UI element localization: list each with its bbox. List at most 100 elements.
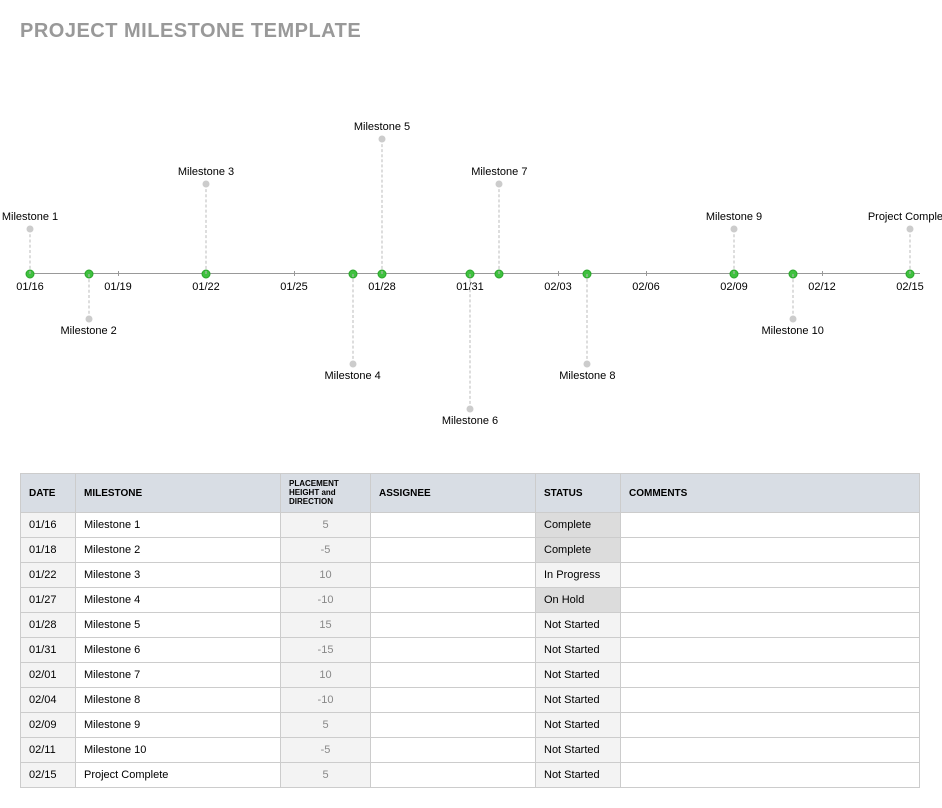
milestone-stem (792, 274, 793, 319)
cell-placement: 5 (281, 763, 371, 788)
cell-placement: 5 (281, 713, 371, 738)
milestone-end-dot (379, 135, 386, 142)
table-header-row: DATE MILESTONE PLACEMENT HEIGHT and DIRE… (21, 474, 920, 513)
milestone-stem (499, 184, 500, 274)
table-row: 02/11Milestone 10-5Not Started (21, 738, 920, 763)
header-status: STATUS (536, 474, 621, 513)
cell-status: Not Started (536, 763, 621, 788)
milestone-end-dot (731, 225, 738, 232)
cell-milestone: Milestone 9 (76, 713, 281, 738)
cell-date: 01/27 (21, 588, 76, 613)
header-placement: PLACEMENT HEIGHT and DIRECTION (281, 474, 371, 513)
cell-comments (621, 738, 920, 763)
cell-milestone: Milestone 10 (76, 738, 281, 763)
cell-comments (621, 663, 920, 688)
cell-comments (621, 638, 920, 663)
cell-date: 01/16 (21, 513, 76, 538)
milestone-stem (587, 274, 588, 364)
cell-milestone: Milestone 6 (76, 638, 281, 663)
axis-tick (558, 271, 559, 276)
header-assignee: ASSIGNEE (371, 474, 536, 513)
milestone-end-dot (789, 315, 796, 322)
milestone-stem (734, 229, 735, 274)
header-comments: COMMENTS (621, 474, 920, 513)
cell-assignee (371, 613, 536, 638)
milestone-label: Milestone 1 (2, 211, 58, 223)
cell-milestone: Milestone 8 (76, 688, 281, 713)
cell-assignee (371, 738, 536, 763)
cell-milestone: Milestone 3 (76, 563, 281, 588)
cell-status: On Hold (536, 588, 621, 613)
timeline-axis (30, 273, 920, 274)
cell-comments (621, 588, 920, 613)
axis-tick (294, 271, 295, 276)
cell-status: Not Started (536, 663, 621, 688)
cell-date: 02/11 (21, 738, 76, 763)
milestone-table: DATE MILESTONE PLACEMENT HEIGHT and DIRE… (20, 473, 920, 788)
cell-placement: 15 (281, 613, 371, 638)
axis-tick-label: 01/25 (280, 281, 308, 293)
axis-tick-label: 01/22 (192, 281, 220, 293)
table-row: 01/16Milestone 15Complete (21, 513, 920, 538)
cell-date: 01/22 (21, 563, 76, 588)
cell-comments (621, 713, 920, 738)
cell-status: In Progress (536, 563, 621, 588)
milestone-label: Milestone 10 (761, 325, 823, 337)
table-row: 01/18Milestone 2-5Complete (21, 538, 920, 563)
cell-status: Not Started (536, 638, 621, 663)
cell-assignee (371, 763, 536, 788)
cell-status: Not Started (536, 713, 621, 738)
cell-placement: -15 (281, 638, 371, 663)
milestone-end-dot (496, 180, 503, 187)
cell-date: 01/31 (21, 638, 76, 663)
table-row: 01/28Milestone 515Not Started (21, 613, 920, 638)
milestone-label: Milestone 3 (178, 166, 234, 178)
axis-tick (822, 271, 823, 276)
cell-assignee (371, 513, 536, 538)
axis-tick-label: 02/09 (720, 281, 748, 293)
milestone-label: Milestone 4 (325, 370, 381, 382)
cell-date: 01/28 (21, 613, 76, 638)
table-row: 01/22Milestone 310 In Progress (21, 563, 920, 588)
cell-status: Not Started (536, 738, 621, 763)
cell-comments (621, 538, 920, 563)
header-date: DATE (21, 474, 76, 513)
cell-placement: 5 (281, 513, 371, 538)
cell-milestone: Milestone 1 (76, 513, 281, 538)
cell-comments (621, 763, 920, 788)
axis-tick-label: 02/03 (544, 281, 572, 293)
cell-placement: -10 (281, 588, 371, 613)
milestone-end-dot (584, 360, 591, 367)
cell-date: 02/04 (21, 688, 76, 713)
cell-placement: 10 (281, 663, 371, 688)
cell-assignee (371, 688, 536, 713)
milestone-label: Milestone 8 (559, 370, 615, 382)
axis-tick-label: 02/06 (632, 281, 660, 293)
header-milestone: MILESTONE (76, 474, 281, 513)
milestone-end-dot (203, 180, 210, 187)
cell-date: 02/15 (21, 763, 76, 788)
cell-milestone: Milestone 2 (76, 538, 281, 563)
milestone-stem (382, 139, 383, 274)
milestone-end-dot (467, 405, 474, 412)
cell-placement: 10 (281, 563, 371, 588)
page-title: PROJECT MILESTONE TEMPLATE (20, 20, 922, 43)
cell-milestone: Milestone 5 (76, 613, 281, 638)
cell-milestone: Project Complete (76, 763, 281, 788)
cell-assignee (371, 538, 536, 563)
milestone-label: Milestone 5 (354, 121, 410, 133)
milestone-label: Milestone 2 (61, 325, 117, 337)
milestone-end-dot (907, 225, 914, 232)
milestone-stem (30, 229, 31, 274)
axis-tick-label: 02/12 (808, 281, 836, 293)
cell-milestone: Milestone 4 (76, 588, 281, 613)
cell-date: 02/01 (21, 663, 76, 688)
milestone-stem (88, 274, 89, 319)
cell-comments (621, 613, 920, 638)
cell-comments (621, 513, 920, 538)
cell-assignee (371, 563, 536, 588)
axis-tick-label: 01/19 (104, 281, 132, 293)
table-row: 02/01Milestone 710Not Started (21, 663, 920, 688)
milestone-label: Milestone 9 (706, 211, 762, 223)
axis-tick-label: 01/28 (368, 281, 396, 293)
